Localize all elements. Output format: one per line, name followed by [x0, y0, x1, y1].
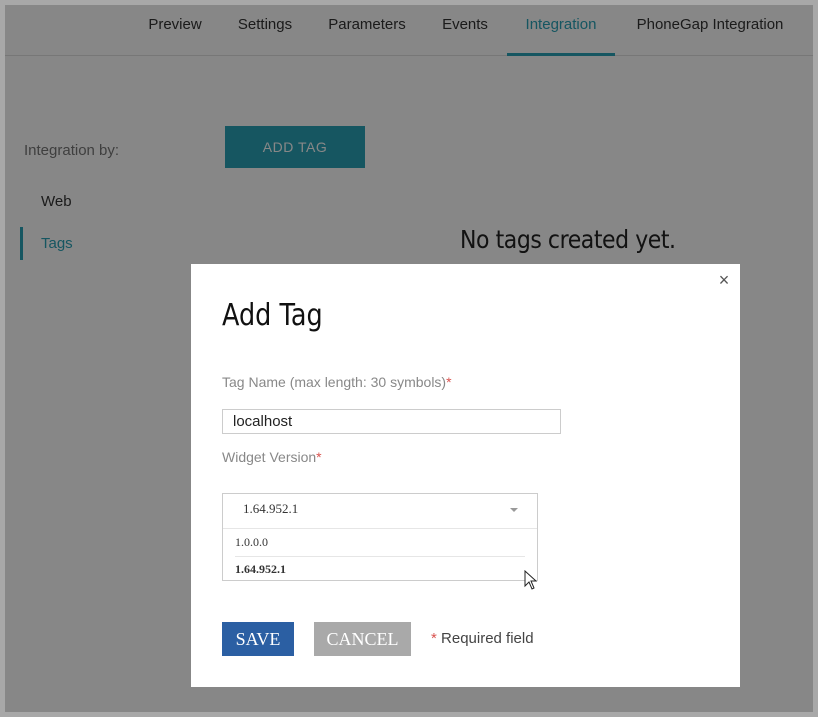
close-icon[interactable]: × [716, 271, 732, 289]
required-field-note: * Required field [431, 630, 534, 647]
required-field-text: Required field [441, 630, 534, 647]
chevron-down-icon[interactable] [510, 508, 518, 512]
app-window: Preview Settings Parameters Events Integ… [0, 0, 818, 717]
add-tag-dialog: × Add Tag Tag Name (max length: 30 symbo… [191, 264, 740, 687]
dialog-title: Add Tag [222, 298, 323, 333]
tag-name-input[interactable] [222, 409, 561, 434]
widget-version-label-text: Widget Version [222, 449, 317, 465]
widget-version-option[interactable]: 1.64.952.1 [235, 556, 525, 583]
required-asterisk: * [446, 374, 452, 390]
required-asterisk: * [431, 630, 437, 647]
mouse-cursor-icon [524, 570, 538, 590]
save-button[interactable]: SAVE [222, 622, 294, 656]
widget-version-label: Widget Version* [222, 449, 322, 465]
required-asterisk: * [316, 449, 322, 465]
tag-name-label-text: Tag Name (max length: 30 symbols) [222, 374, 447, 390]
tag-name-label: Tag Name (max length: 30 symbols)* [222, 374, 452, 390]
widget-version-option[interactable]: 1.0.0.0 [235, 529, 525, 557]
widget-version-current[interactable]: 1.64.952.1 [223, 494, 537, 529]
widget-version-select[interactable]: 1.64.952.1 1.0.0.0 1.64.952.1 [222, 493, 538, 581]
cancel-button[interactable]: CANCEL [314, 622, 411, 656]
widget-version-selected-value: 1.64.952.1 [243, 501, 299, 516]
